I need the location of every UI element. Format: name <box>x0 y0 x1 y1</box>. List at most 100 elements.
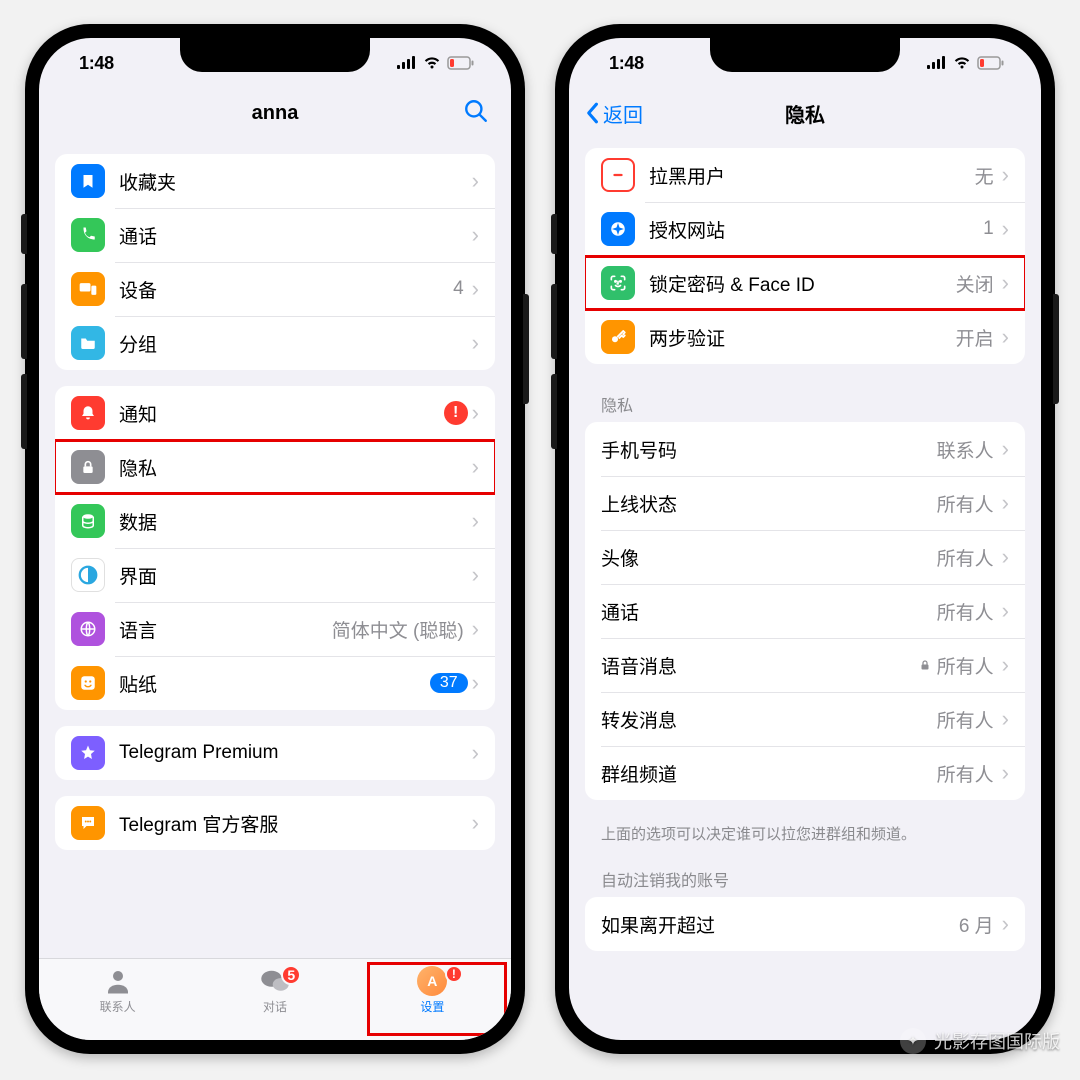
contacts-icon <box>102 966 134 996</box>
wifi-icon <box>953 56 971 70</box>
tab-bar: 联系人 对话 5 A 设置 ! <box>39 958 511 1040</box>
group-security: 拉黑用户 无 › 授权网站 1 › 锁定密码 & Face ID 关闭 › <box>585 148 1025 364</box>
chevron-right-icon: › <box>1002 598 1009 624</box>
row-label: 分组 <box>119 330 468 357</box>
row-label: 通知 <box>119 400 444 427</box>
row-value: 联系人 <box>937 436 994 463</box>
row-delete-if-away[interactable]: 如果离开超过 6 月 › <box>585 897 1025 951</box>
watermark-text: 光影存图国际版 <box>934 1028 1060 1054</box>
section-footer-privacy: 上面的选项可以决定谁可以拉您进群组和频道。 <box>585 816 1025 849</box>
row-label: 上线状态 <box>601 490 937 517</box>
compass-icon <box>601 212 635 246</box>
row-profile-photo[interactable]: 头像 所有人 › <box>585 530 1025 584</box>
chevron-right-icon: › <box>472 740 479 766</box>
row-label: 隐私 <box>119 454 468 481</box>
row-label: 语音消息 <box>601 652 919 679</box>
row-language[interactable]: 语言 简体中文 (聪聪) › <box>55 602 495 656</box>
row-value: 1 <box>983 218 994 240</box>
row-label: 手机号码 <box>601 436 937 463</box>
battery-icon <box>977 56 1005 70</box>
group-settings: 通知 ! › 隐私 › 数据 › 界面 › <box>55 386 495 710</box>
row-label: 数据 <box>119 508 468 535</box>
chevron-right-icon: › <box>1002 490 1009 516</box>
section-header-privacy: 隐私 <box>585 380 1025 422</box>
row-value: 所有人 <box>937 544 994 571</box>
row-voice-messages[interactable]: 语音消息 所有人 › <box>585 638 1025 692</box>
row-label: 如果离开超过 <box>601 911 959 938</box>
row-notifications[interactable]: 通知 ! › <box>55 386 495 440</box>
row-stickers[interactable]: 贴纸 37 › <box>55 656 495 710</box>
status-icons <box>397 56 475 70</box>
row-value: 开启 <box>956 324 994 351</box>
chevron-right-icon: › <box>472 276 479 302</box>
section-header-delete: 自动注销我的账号 <box>585 849 1025 897</box>
status-time: 1:48 <box>79 53 114 74</box>
tab-settings[interactable]: A 设置 ! <box>354 959 511 1022</box>
row-saved[interactable]: 收藏夹 › <box>55 154 495 208</box>
chevron-left-icon <box>585 102 599 124</box>
row-premium[interactable]: Telegram Premium › <box>55 726 495 780</box>
tab-label: 设置 <box>420 998 444 1015</box>
tab-label: 对话 <box>263 998 287 1015</box>
back-button[interactable]: 返回 <box>585 99 643 128</box>
phone-icon <box>71 218 105 252</box>
row-2fa[interactable]: 两步验证 开启 › <box>585 310 1025 364</box>
row-label: 通话 <box>601 598 937 625</box>
row-label: 头像 <box>601 544 937 571</box>
globe-icon <box>71 612 105 646</box>
row-label: 授权网站 <box>649 216 983 243</box>
sticker-icon <box>71 666 105 700</box>
chevron-right-icon: › <box>1002 324 1009 350</box>
tab-contacts[interactable]: 联系人 <box>39 959 196 1022</box>
row-folders[interactable]: 分组 › <box>55 316 495 370</box>
privacy-content[interactable]: 拉黑用户 无 › 授权网站 1 › 锁定密码 & Face ID 关闭 › <box>569 138 1041 1040</box>
search-icon <box>463 98 489 124</box>
row-calls[interactable]: 通话 › <box>55 208 495 262</box>
row-value: 所有人 <box>937 706 994 733</box>
screen-left: 1:48 anna 收藏夹 › 通话 <box>39 38 511 1040</box>
navbar-title: 隐私 <box>785 99 825 128</box>
row-value: 所有人 <box>919 652 994 679</box>
row-support[interactable]: Telegram 官方客服 › <box>55 796 495 850</box>
cellular-icon <box>397 56 417 70</box>
row-label: 界面 <box>119 562 468 589</box>
data-icon <box>71 504 105 538</box>
row-phone-number[interactable]: 手机号码 联系人 › <box>585 422 1025 476</box>
navbar-right: 返回 隐私 <box>569 88 1041 138</box>
chevron-right-icon: › <box>1002 706 1009 732</box>
row-last-seen[interactable]: 上线状态 所有人 › <box>585 476 1025 530</box>
chevron-right-icon: › <box>472 508 479 534</box>
chat-icon <box>71 806 105 840</box>
row-data[interactable]: 数据 › <box>55 494 495 548</box>
row-forwarded[interactable]: 转发消息 所有人 › <box>585 692 1025 746</box>
row-value: 简体中文 (聪聪) <box>332 616 464 643</box>
status-time: 1:48 <box>609 53 644 74</box>
row-calls-privacy[interactable]: 通话 所有人 › <box>585 584 1025 638</box>
tab-chats[interactable]: 对话 5 <box>196 959 353 1022</box>
navbar-left: anna <box>39 88 511 138</box>
row-label: 转发消息 <box>601 706 937 733</box>
search-button[interactable] <box>463 98 489 129</box>
row-label: 收藏夹 <box>119 168 468 195</box>
chevron-right-icon: › <box>472 454 479 480</box>
row-passcode[interactable]: 锁定密码 & Face ID 关闭 › <box>585 256 1025 310</box>
row-privacy[interactable]: 隐私 › <box>55 440 495 494</box>
settings-content[interactable]: 收藏夹 › 通话 › 设备 4 › 分组 › <box>39 138 511 958</box>
wechat-icon: ✦ <box>900 1028 926 1054</box>
folder-icon <box>71 326 105 360</box>
battery-icon <box>447 56 475 70</box>
row-label: 语言 <box>119 616 332 643</box>
row-blocked[interactable]: 拉黑用户 无 › <box>585 148 1025 202</box>
devices-icon <box>71 272 105 306</box>
row-label: 设备 <box>119 276 453 303</box>
row-sessions[interactable]: 授权网站 1 › <box>585 202 1025 256</box>
row-groups[interactable]: 群组频道 所有人 › <box>585 746 1025 800</box>
back-label: 返回 <box>603 99 643 128</box>
chevron-right-icon: › <box>472 810 479 836</box>
group-premium: Telegram Premium › <box>55 726 495 780</box>
row-devices[interactable]: 设备 4 › <box>55 262 495 316</box>
chevron-right-icon: › <box>1002 652 1009 678</box>
wifi-icon <box>423 56 441 70</box>
notch <box>180 38 370 72</box>
row-appearance[interactable]: 界面 › <box>55 548 495 602</box>
